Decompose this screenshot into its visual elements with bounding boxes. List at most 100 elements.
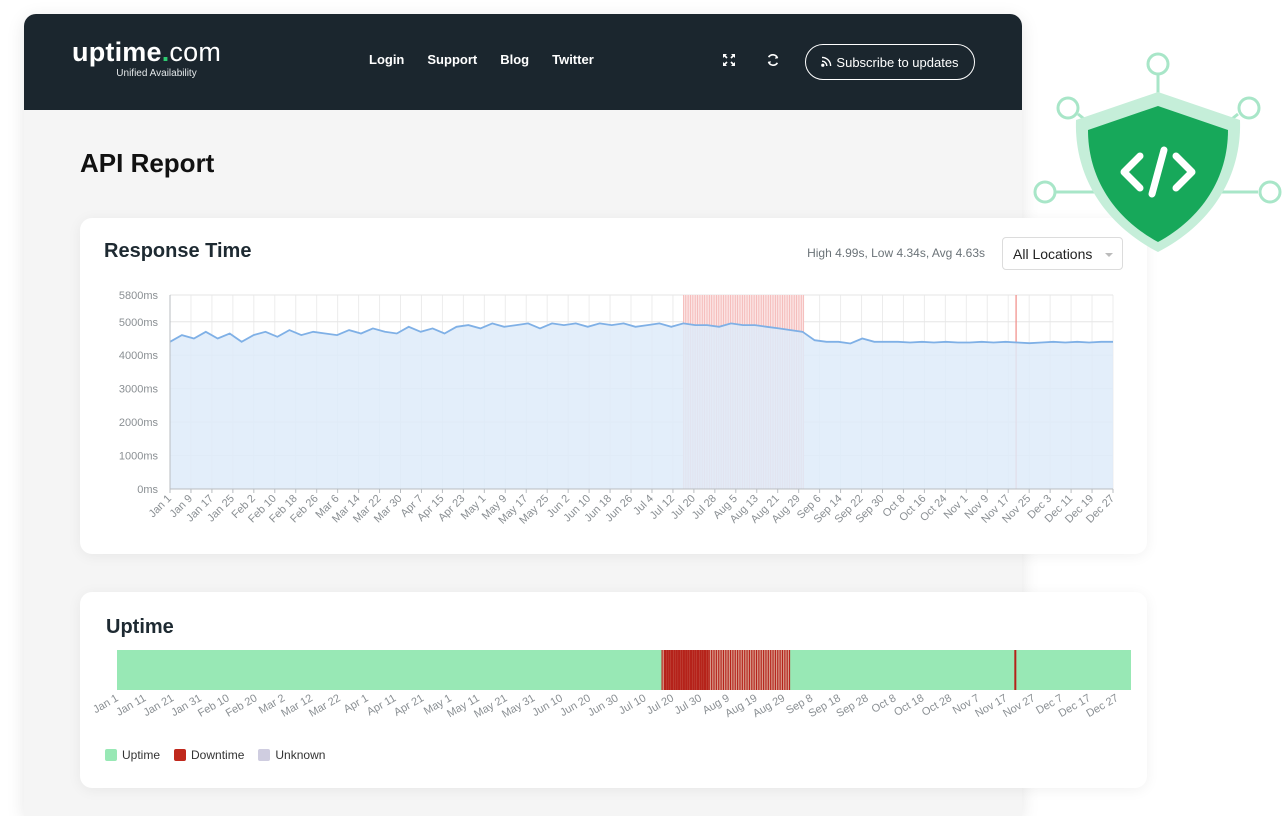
downtime-segment [781,650,784,690]
uptime-card: Uptime Jan 1 Jan 11 Jan 21 Jan 31 Feb 10 Feb … [80,592,1147,788]
downtime-segment [746,650,748,690]
downtime-segment [1014,650,1017,690]
downtime-segment [718,650,720,690]
legend-unknown[interactable]: Unknown [258,748,325,762]
refresh-icon[interactable] [766,53,784,71]
rt-y-tick-label: 1000ms [119,451,159,463]
downtime-segment [689,650,693,690]
downtime-segment [680,650,683,690]
rt-y-tick-label: 2000ms [119,417,159,429]
downtime-segment [739,650,741,690]
rt-area [170,323,1113,489]
legend-swatch-downtime [174,749,187,761]
downtime-segment [784,650,786,690]
downtime-segment [706,650,709,690]
downtime-segment [770,650,772,690]
uptime-x-tick-label: Nov 27 [1001,692,1037,720]
downtime-segment [694,650,697,690]
downtime-segment [711,650,713,690]
page-title: API Report [80,148,215,178]
downtime-segment [685,650,688,690]
nav-twitter[interactable]: Twitter [552,52,594,67]
rt-x-tick-label: Jan 1 [147,493,175,521]
uptime-x-tick-label: Feb 20 [224,692,260,720]
main-nav: Login Support Blog Twitter [369,52,617,67]
legend-uptime[interactable]: Uptime [105,748,160,762]
uptime-x-tick-label: Dec 27 [1084,692,1120,720]
downtime-segment [748,650,750,690]
downtime-segment [744,650,746,690]
uptime-x-tick-label: Jul 10 [617,692,648,717]
subscribe-label: Subscribe to updates [836,54,959,70]
uptime-x-tick-label: Apr 11 [365,692,398,718]
rt-y-tick-label: 0ms [137,484,158,496]
uptime-x-tick-label: Sep 28 [834,692,870,720]
downtime-segment [751,650,753,690]
uptime-x-tick-label: Apr 1 [342,692,371,716]
rt-y-tick-label: 5800ms [119,290,159,302]
downtime-segment [765,650,767,690]
downtime-segment [678,650,681,690]
downtime-segment [722,650,724,690]
uptime-logo[interactable]: uptime.com Unified Availability [72,38,221,79]
downtime-segment [786,650,788,690]
uptime-title: Uptime [106,616,174,638]
downtime-segment [725,650,727,690]
uptime-x-tick-label: Jan 21 [141,692,176,719]
downtime-segment [704,650,707,690]
downtime-segment [682,650,685,690]
downtime-segment [737,650,739,690]
uptime-x-tick-label: Jul 20 [645,692,676,717]
nav-blog[interactable]: Blog [500,52,529,67]
uptime-x-tick-label: Jan 11 [114,692,148,719]
downtime-segment [763,650,765,690]
downtime-segment [767,650,769,690]
downtime-segment [687,650,690,690]
downtime-segment [701,650,704,690]
rt-y-tick-label: 4000ms [119,350,159,362]
downtime-segment [760,650,762,690]
downtime-segment [670,650,674,690]
api-shield-icon [1033,52,1282,252]
downtime-segment [696,650,700,690]
uptime-legend: Uptime Downtime Unknown [105,748,325,762]
downtime-segment [692,650,695,690]
nav-support[interactable]: Support [427,52,477,67]
legend-downtime[interactable]: Downtime [174,748,244,762]
downtime-segment [753,650,755,690]
rt-y-tick-label: 3000ms [119,384,159,396]
downtime-segment [708,650,710,690]
downtime-segment [734,650,736,690]
logo-wordmark: uptime.com [72,37,222,67]
uptime-x-tick-label: Oct 28 [920,692,954,719]
downtime-segment [673,650,676,690]
uptime-x-tick-label: Mar 22 [307,692,343,720]
downtime-segment [675,650,678,690]
downtime-segment [729,650,732,690]
nav-login[interactable]: Login [369,52,404,67]
downtime-segment [779,650,781,690]
uptime-chart: Jan 1Jan 11Jan 21Jan 31Feb 10Feb 20Mar 2… [91,650,1131,721]
subscribe-button[interactable]: Subscribe to updates [805,44,975,80]
uptime-x-tick-label: Jun 30 [586,692,621,719]
downtime-segment [741,650,743,690]
downtime-segment [715,650,717,690]
downtime-segment [789,650,791,690]
downtime-segment [727,650,729,690]
response-time-chart: 5800ms 5000ms 4000ms 3000ms 2000ms 1000ms 0msJ… [119,290,1117,527]
downtime-segment [661,650,663,690]
legend-swatch-unknown [258,749,271,761]
downtime-segment [732,650,734,690]
downtime-segment [699,650,702,690]
uptime-x-tick-label: Aug 29 [751,692,787,720]
downtime-segment [713,650,715,690]
uptime-x-tick-label: Apr 21 [392,692,426,719]
downtime-segment [758,650,760,690]
downtime-segment [774,650,776,690]
uptime-bar [117,650,1131,690]
logo-tagline: Unified Availability [116,68,197,79]
fullscreen-icon[interactable] [722,53,740,71]
downtime-segment [663,650,667,690]
downtime-segment [668,650,671,690]
downtime-segment [666,650,669,690]
